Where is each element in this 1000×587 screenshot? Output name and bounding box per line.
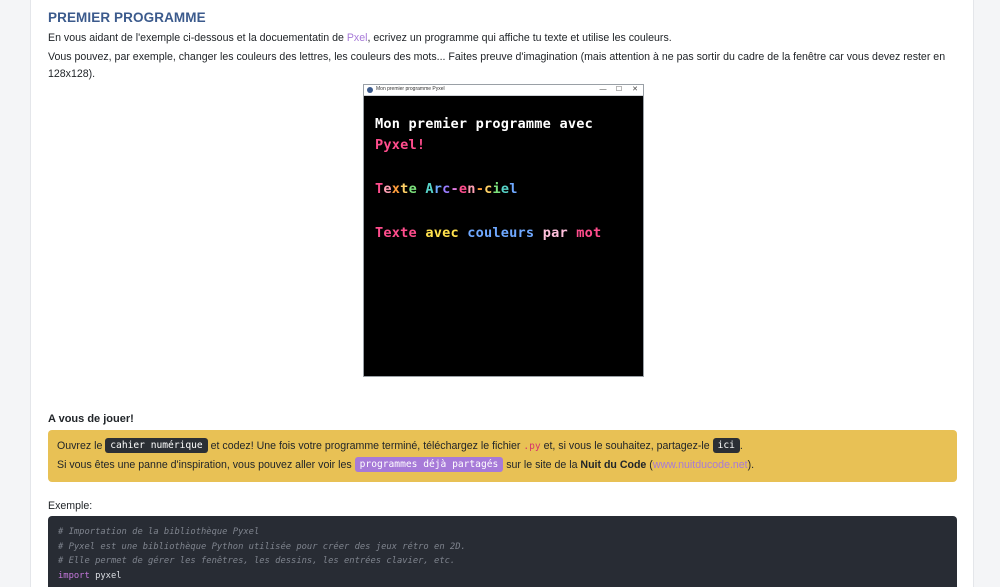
rainbow-char: l — [509, 181, 518, 197]
pyxel-line-3: Texte Arc-en-ciel — [375, 181, 518, 197]
rainbow-char: e — [383, 181, 392, 197]
alert-text: Ouvrez le — [57, 440, 106, 452]
shared-programs-link[interactable]: programmes déjà partagés — [354, 457, 504, 472]
window-title: Mon premier programme Pyxel — [376, 86, 445, 92]
rainbow-char: t — [400, 181, 409, 197]
intro-text: En vous aidant de l'exemple ci-dessous e… — [48, 32, 347, 44]
alert-text: et, si vous le souhaitez, partagez-le — [540, 440, 713, 452]
code-example: # Importation de la bibliothèque Pyxel #… — [48, 516, 957, 587]
colored-word: Texte — [375, 225, 426, 241]
intro-paragraph: En vous aidant de l'exemple ci-dessous e… — [48, 30, 954, 47]
alert-line-2: Si vous êtes une panne d'inspiration, vo… — [57, 456, 948, 475]
alert-text: Si vous êtes une panne d'inspiration, vo… — [57, 459, 355, 471]
minimize-icon: — — [599, 86, 607, 93]
intro-text-end: , ecrivez un programme qui affiche tu te… — [367, 32, 672, 44]
share-here-link[interactable]: ici — [712, 438, 740, 453]
alert-text: et codez! Une fois votre programme termi… — [207, 440, 524, 452]
colored-word: avec — [425, 225, 468, 241]
alert-text: sur le site de la — [503, 459, 581, 471]
py-extension: .py — [523, 441, 541, 452]
alert-line-1: Ouvrez le cahier numérique et codez! Une… — [57, 437, 948, 456]
play-heading: A vous de jouer! — [48, 413, 134, 425]
code-identifier: pyxel — [89, 570, 122, 581]
content-card: PREMIER PROGRAMME En vous aidant de l'ex… — [30, 0, 974, 587]
rainbow-char: x — [391, 181, 401, 197]
colored-word: couleurs — [467, 225, 543, 241]
alert-text: ). — [747, 459, 755, 471]
code-keyword: import — [58, 570, 90, 581]
nuit-du-code-label: Nuit du Code — [580, 459, 647, 471]
info-alert: Ouvrez le cahier numérique et codez! Une… — [48, 430, 957, 482]
rainbow-char: i — [492, 181, 501, 197]
rainbow-char: - — [450, 181, 459, 197]
pyxel-window-screenshot: Mon premier programme Pyxel — ☐ ✕ Mon pr… — [363, 84, 644, 377]
pyxel-line-1: Mon premier programme avec — [375, 116, 593, 132]
nuitducode-link[interactable]: www.nuitducode.net — [653, 459, 748, 471]
code-import-line: import pyxel — [58, 569, 947, 584]
code-comment: # Importation de la bibliothèque Pyxel — [58, 527, 260, 537]
maximize-icon: ☐ — [615, 86, 623, 93]
alert-text: . — [739, 440, 743, 452]
colored-word: par — [542, 225, 577, 241]
close-icon: ✕ — [632, 86, 638, 93]
rainbow-char: r — [433, 181, 443, 197]
code-comment: # Elle permet de gérer les fenêtres, les… — [58, 556, 456, 567]
pyxel-doc-link[interactable]: Pxel — [347, 32, 368, 44]
rainbow-char: e — [500, 181, 510, 197]
rainbow-char: n — [467, 181, 476, 197]
colored-word: mot — [576, 225, 602, 241]
window-titlebar: Mon premier programme Pyxel — ☐ ✕ — [364, 85, 643, 96]
cahier-numerique-link[interactable]: cahier numérique — [105, 438, 208, 453]
pyxel-app-icon — [367, 87, 373, 93]
rainbow-char: A — [425, 181, 434, 197]
instructions-paragraph: Vous pouvez, par exemple, changer les co… — [48, 51, 946, 80]
rainbow-char: - — [475, 181, 485, 197]
code-comment: # Pyxel est une bibliothèque Python util… — [58, 541, 466, 552]
section-title: PREMIER PROGRAMME — [48, 10, 206, 25]
rainbow-char: c — [442, 181, 451, 197]
example-label: Exemple: — [48, 500, 93, 512]
pyxel-line-2: Pyxel! — [375, 137, 426, 153]
pyxel-line-4: Texte avec couleurs par mot — [375, 225, 601, 241]
rainbow-char: e — [408, 181, 417, 197]
